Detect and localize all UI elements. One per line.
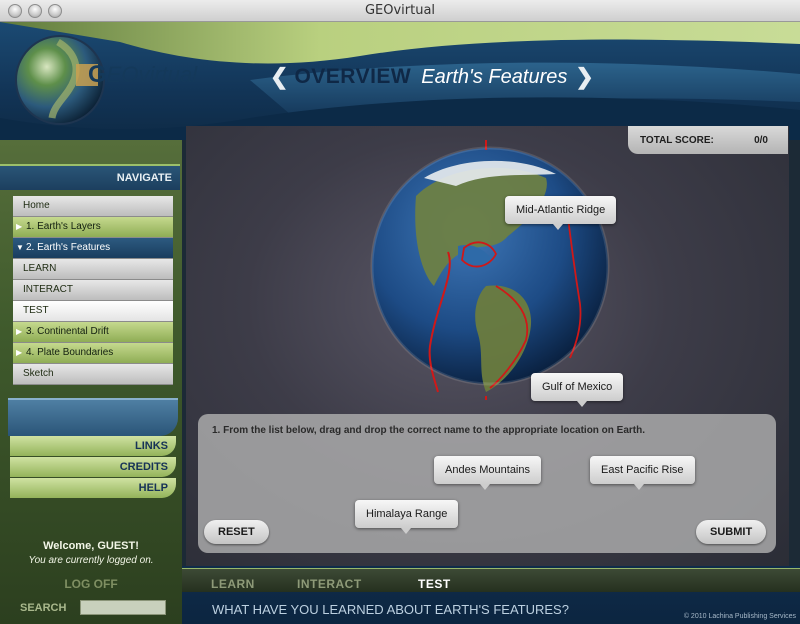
copyright-text: © 2010 Lachina Publishing Services [683, 613, 796, 620]
reset-button[interactable]: RESET [204, 520, 269, 544]
total-score-panel: TOTAL SCORE: 0/0 [628, 126, 788, 154]
nav-item-home[interactable]: Home [13, 196, 173, 217]
chevron-right-icon: ▶ [16, 348, 23, 357]
submit-button[interactable]: SUBMIT [696, 520, 767, 544]
bottom-question: WHAT HAVE YOU LEARNED ABOUT EARTH'S FEAT… [212, 602, 569, 617]
app-header: GEOvirtual ❮ OVERVIEW Earth's Features ❯ [0, 22, 800, 140]
window-title: GEOvirtual [364, 3, 436, 18]
section-title: OVERVIEW [294, 65, 412, 88]
welcome-message: Welcome, GUEST! You are currently logged… [28, 540, 154, 566]
tab-learn[interactable]: LEARN [211, 577, 255, 591]
mode-tabs: LEARN INTERACT TEST [182, 568, 800, 592]
nav-item-earths-features[interactable]: ▼ 2. Earth's Features [13, 238, 173, 259]
label-gulf-of-mexico[interactable]: Gulf of Mexico [531, 373, 624, 407]
nav-item-learn[interactable]: LEARN [13, 259, 173, 280]
left-sidebar: NAVIGATE Home ▶ 1. Earth's Layers ▼ 2. Ear… [0, 140, 182, 624]
option-himalaya-range[interactable]: Himalaya Range [355, 500, 459, 534]
nav-item-interact[interactable]: INTERACT [13, 280, 173, 301]
chevron-right-icon: ▶ [16, 222, 23, 231]
search-input[interactable] [80, 600, 166, 615]
nav-item-plate-boundaries[interactable]: ▶ 4. Plate Boundaries [13, 343, 173, 364]
option-andes-mountains[interactable]: Andes Mountains [434, 456, 541, 490]
section-title-bar: ❮ OVERVIEW Earth's Features ❯ [270, 60, 594, 94]
log-off-button[interactable]: LOG OFF [0, 577, 182, 591]
tab-interact[interactable]: INTERACT [297, 577, 362, 591]
sidebar-accent [8, 398, 178, 436]
help-link[interactable]: HELP [10, 478, 176, 498]
search-label: SEARCH [20, 602, 67, 614]
total-score-label: TOTAL SCORE: [640, 135, 714, 146]
prev-section-arrow-icon[interactable]: ❮ [270, 64, 288, 90]
credits-link[interactable]: CREDITS [10, 457, 176, 477]
nav-item-earths-layers[interactable]: ▶ 1. Earth's Layers [13, 217, 173, 238]
total-score-value: 0/0 [754, 135, 768, 146]
quiz-panel: 1. From the list below, drag and drop th… [198, 414, 776, 553]
nav-item-test[interactable]: TEST [13, 301, 173, 322]
chevron-down-icon: ▼ [16, 243, 24, 252]
navigate-header: NAVIGATE [0, 164, 180, 190]
chevron-right-icon: ▶ [16, 327, 23, 336]
window-titlebar: GEOvirtual [0, 0, 800, 22]
nav-item-sketch[interactable]: Sketch [13, 364, 173, 385]
app-logo-text: GEOvirtual [88, 61, 198, 88]
tab-test[interactable]: TEST [418, 577, 451, 591]
section-subtitle: Earth's Features [421, 65, 568, 88]
nav-item-continental-drift[interactable]: ▶ 3. Continental Drift [13, 322, 173, 343]
label-mid-atlantic-ridge[interactable]: Mid-Atlantic Ridge [505, 196, 617, 230]
quiz-question: 1. From the list below, drag and drop th… [212, 425, 646, 436]
option-east-pacific-rise[interactable]: East Pacific Rise [590, 456, 695, 490]
bottom-bar: LEARN INTERACT TEST WHAT HAVE YOU LEARNE… [182, 566, 800, 624]
nav-list: Home ▶ 1. Earth's Layers ▼ 2. Earth's Feat… [13, 196, 173, 385]
next-section-arrow-icon[interactable]: ❯ [575, 64, 593, 90]
links-link[interactable]: LINKS [10, 436, 176, 456]
